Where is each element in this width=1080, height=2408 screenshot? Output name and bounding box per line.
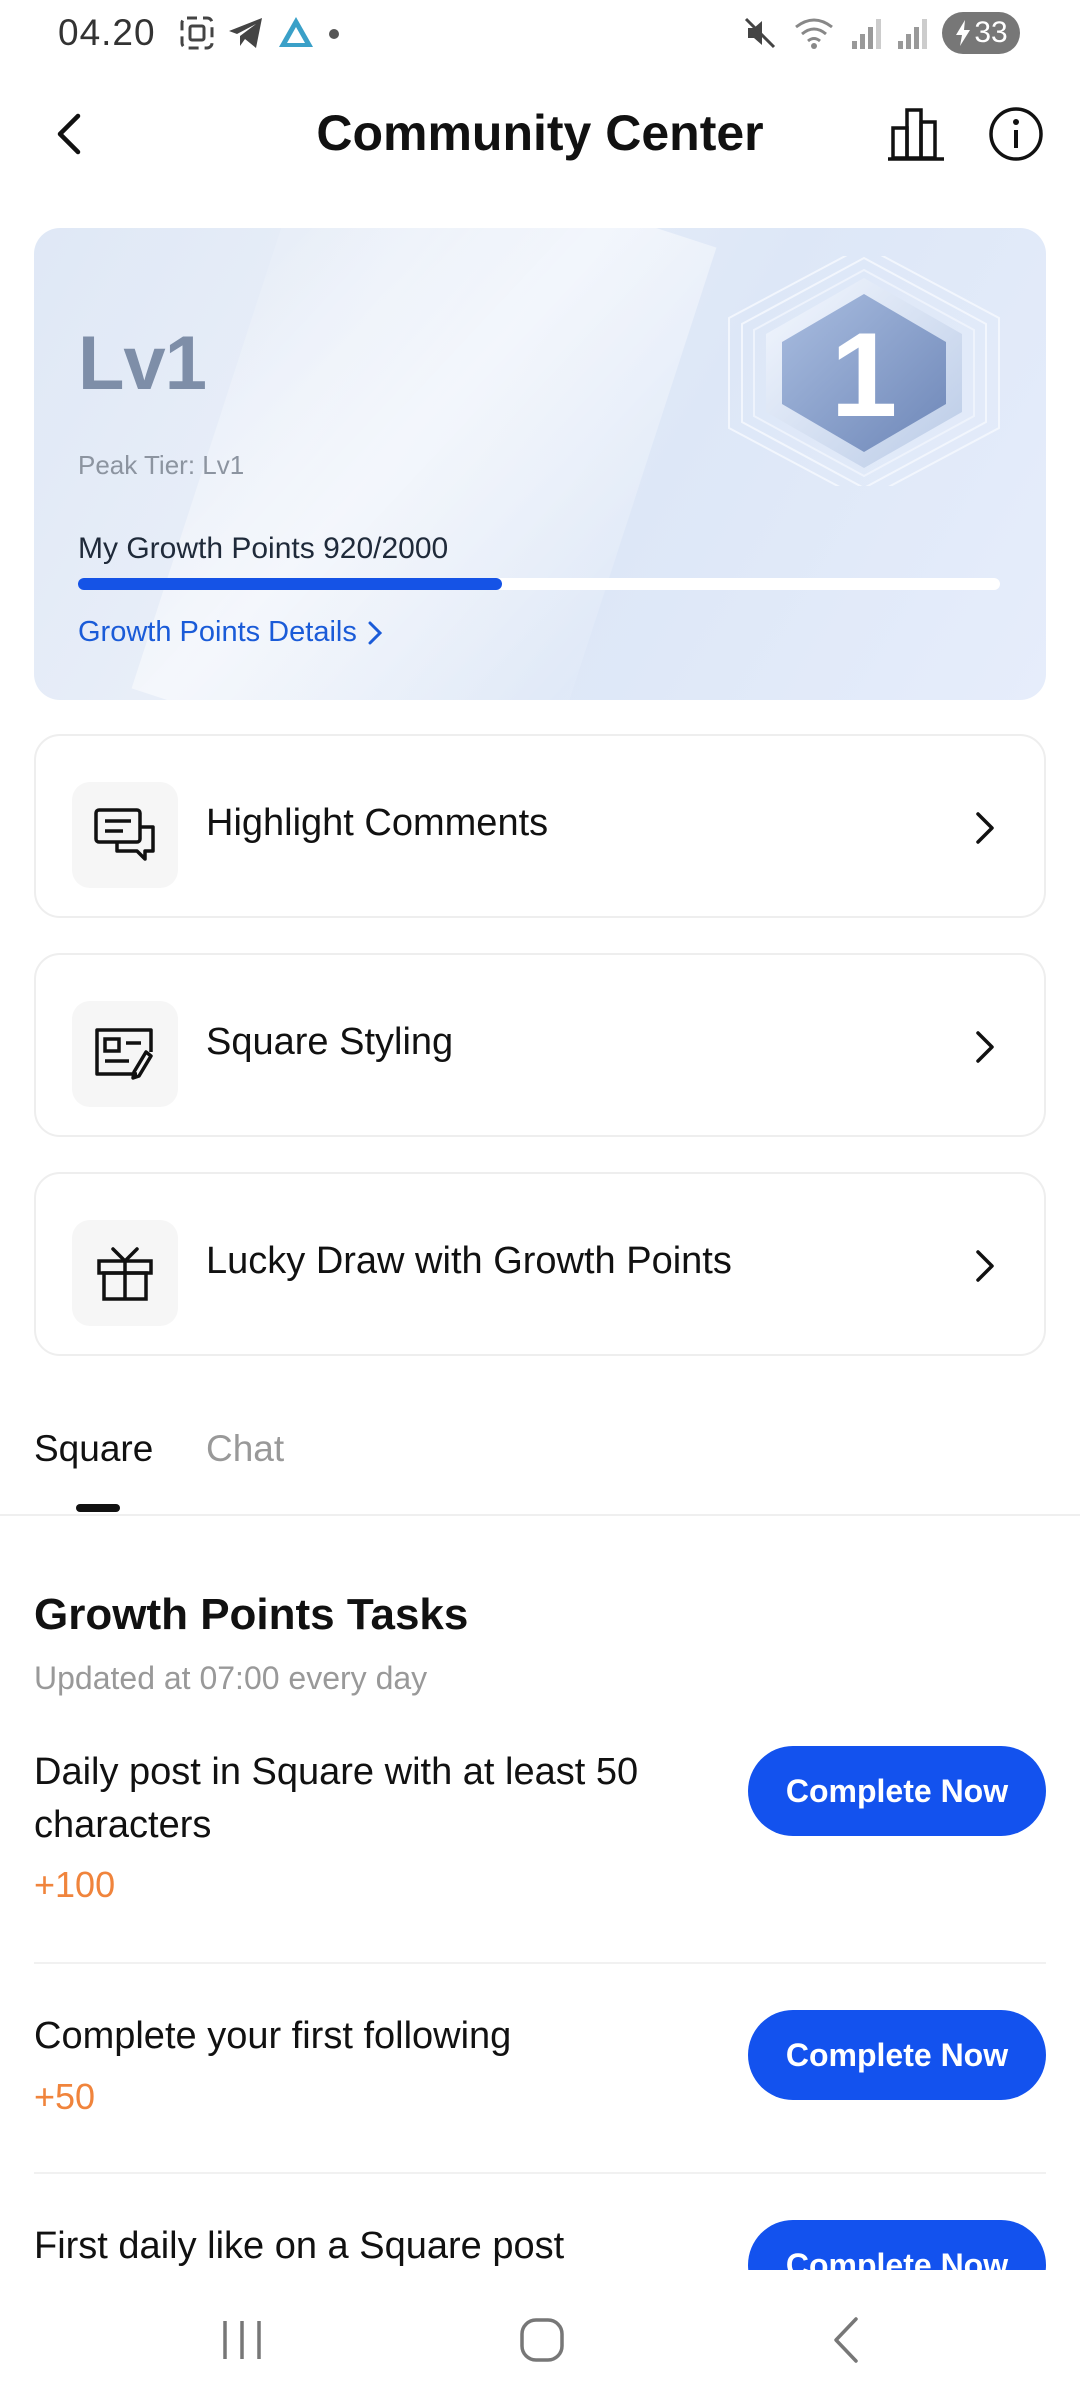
gift-icon [97,1247,153,1301]
signal-icon-2 [898,19,927,49]
complete-now-button[interactable]: Complete Now [748,1746,1046,1836]
charging-icon [956,20,971,46]
recent-apps-button[interactable] [202,2310,282,2370]
chevron-right-icon [976,1250,994,1282]
task-item: Complete your first following +50 Comple… [34,2010,1046,2150]
task-description: Daily post in Square with at least 50 ch… [34,1751,639,1846]
divider [34,1962,1046,1964]
task-item: First daily like on a Square post Comple… [34,2220,1046,2270]
growth-points-label: My Growth Points 920/2000 [78,532,449,565]
tab-bar: Square Chat [0,1420,1080,1516]
comments-icon [94,808,155,861]
active-tab-indicator [76,1504,120,1512]
complete-now-button[interactable]: Complete Now [748,2010,1046,2100]
peak-tier: Peak Tier: Lv1 [78,450,245,480]
complete-now-button[interactable]: Complete Now [748,2220,1046,2270]
wifi-icon [795,18,833,49]
system-back-button[interactable] [806,2310,886,2370]
task-points: +50 [34,2076,96,2117]
chevron-right-icon [976,812,994,844]
info-icon [989,107,1043,161]
bar-chart-icon [888,108,944,161]
divider [34,2172,1046,2174]
task-item: Daily post in Square with at least 50 ch… [34,1746,1046,1926]
level-card: Lv1 Peak Tier: Lv1 My Growth Points 920/… [34,228,1046,700]
details-link-label: Growth Points Details [78,616,357,648]
system-navigation-bar [0,2270,1080,2408]
menu-square-styling[interactable]: Square Styling [34,953,1046,1137]
growth-points-details-link[interactable]: Growth Points Details [78,616,383,649]
menu-label: Highlight Comments [206,802,549,844]
task-description: First daily like on a Square post [34,2225,565,2267]
community-center-page: 04.20 33 Community Center Lv1 Peak Tier:… [0,0,1080,2408]
menu-lucky-draw[interactable]: Lucky Draw with Growth Points [34,1172,1046,1356]
battery-indicator: 33 [942,12,1020,54]
chevron-right-icon [368,621,382,644]
tab-square[interactable]: Square [34,1428,153,1470]
tab-chat[interactable]: Chat [206,1428,284,1470]
home-button[interactable] [502,2310,582,2370]
status-bar: 04.20 33 [0,0,1080,72]
battery-level: 33 [974,16,1008,49]
screenshot-icon [180,16,214,50]
growth-progress-fill [78,578,503,590]
info-button[interactable] [986,104,1046,164]
mute-icon [744,17,776,49]
menu-label: Lucky Draw with Growth Points [206,1240,732,1282]
app-logo-icon [279,17,313,47]
growth-progress-bar [78,578,1000,590]
signal-icon-1 [852,19,881,49]
menu-highlight-comments[interactable]: Highlight Comments [34,734,1046,918]
status-time: 04.20 [58,12,156,53]
task-description: Complete your first following [34,2015,512,2057]
home-icon [520,2318,564,2362]
header: Community Center [0,90,1080,180]
profile-card-edit-icon [95,1028,153,1080]
badge-number: 1 [831,308,898,442]
chevron-right-icon [976,1031,994,1063]
statistics-button[interactable] [886,104,946,164]
recent-apps-icon [223,2321,261,2359]
telegram-icon [229,18,262,48]
task-points: +100 [34,1864,116,1905]
level-title: Lv1 [78,321,207,406]
level-badge: 1 [728,256,1000,486]
tasks-title: Growth Points Tasks [34,1590,469,1639]
back-arrow-icon [834,2317,858,2363]
notification-dot-icon [329,29,339,39]
menu-label: Square Styling [206,1021,454,1063]
tasks-subtitle: Updated at 07:00 every day [34,1660,428,1696]
